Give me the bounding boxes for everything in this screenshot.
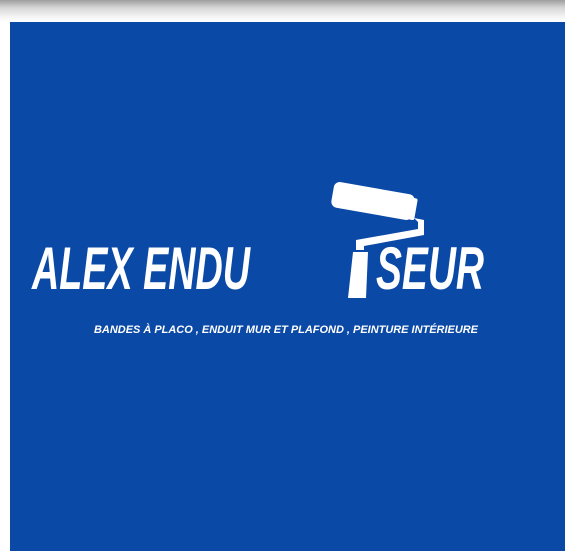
- brand-name-part2: SEUR: [376, 235, 484, 302]
- top-shadow: [0, 0, 565, 22]
- brand-name-part1: ALEX ENDU: [31, 235, 252, 302]
- logo-banner: ALEX ENDU SEUR BANDES À PLACO , ENDUIT M…: [10, 22, 565, 551]
- tagline: BANDES À PLACO , ENDUIT MUR ET PLAFOND ,…: [94, 323, 479, 336]
- logo-graphic: ALEX ENDU SEUR BANDES À PLACO , ENDUIT M…: [10, 22, 565, 551]
- page: ALEX ENDU SEUR BANDES À PLACO , ENDUIT M…: [0, 0, 565, 551]
